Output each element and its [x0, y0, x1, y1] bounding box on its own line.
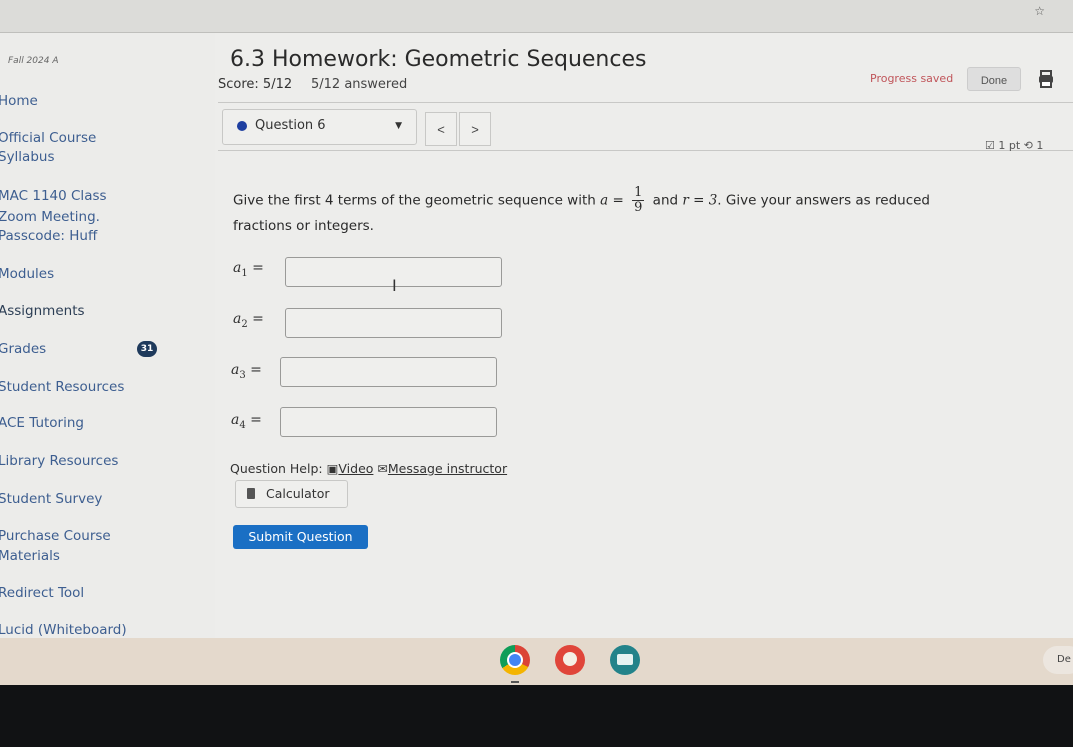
- retry-icon: ⟲: [1023, 139, 1033, 152]
- question-help-label: Question Help:: [230, 461, 323, 476]
- sidebar-item-home[interactable]: Home: [0, 92, 38, 111]
- term-label: Fall 2024 A: [8, 56, 59, 66]
- score-label: Score: 5/12: [218, 77, 293, 92]
- question-text-part: Give the first 4 terms of the geometric …: [233, 192, 601, 209]
- points-label: 1 pt: [998, 139, 1021, 152]
- math-ratio: r = 3: [682, 192, 718, 209]
- math-variable: a: [600, 192, 609, 209]
- desk-button[interactable]: De: [1043, 646, 1073, 674]
- page-title: 6.3 Homework: Geometric Sequences: [230, 47, 647, 72]
- screen-bezel: [0, 685, 1073, 747]
- sidebar-item-zoom-meeting[interactable]: Zoom Meeting.: [0, 208, 100, 227]
- subscript: 3: [239, 369, 246, 381]
- browser-toolbar: ☆: [0, 0, 1073, 32]
- question-text: Give the first 4 terms of the geometric …: [233, 186, 933, 237]
- subscript: 1: [241, 267, 248, 279]
- subscript: 2: [241, 318, 248, 330]
- sidebar-item-assignments[interactable]: Assignments: [0, 302, 85, 321]
- mail-icon: ✉: [377, 461, 388, 476]
- print-icon[interactable]: [1037, 69, 1055, 89]
- done-button[interactable]: Done: [967, 67, 1021, 91]
- prev-question-button[interactable]: <: [425, 112, 457, 146]
- sidebar-item-class-zoom[interactable]: MAC 1140 Class: [0, 187, 107, 206]
- next-question-button[interactable]: >: [459, 112, 491, 146]
- question-text-part: and: [648, 192, 683, 209]
- grades-badge: 31: [137, 341, 157, 357]
- os-shelf: [0, 638, 1073, 685]
- calculator-label: Calculator: [266, 486, 330, 501]
- subscript: 4: [239, 419, 246, 431]
- calculator-icon: [247, 488, 255, 499]
- text-cursor-icon: I: [392, 276, 397, 295]
- screencast-icon[interactable]: [610, 645, 640, 675]
- sidebar-item-redirect-tool[interactable]: Redirect Tool: [0, 584, 84, 603]
- retries-label: 1: [1036, 139, 1044, 152]
- chrome-icon[interactable]: [500, 645, 530, 675]
- message-instructor-link[interactable]: Message instructor: [388, 461, 507, 476]
- question-help: Question Help: ▣Video ✉Message instructo…: [230, 461, 507, 476]
- answered-count: 5/12 answered: [311, 77, 408, 92]
- fraction-denominator: 9: [634, 200, 643, 215]
- answer-input-a3[interactable]: [280, 357, 497, 387]
- running-indicator: [511, 681, 519, 683]
- video-link[interactable]: Video: [338, 461, 373, 476]
- video-icon: ▣: [326, 461, 339, 476]
- question-status-dot: [237, 121, 247, 131]
- answer-label-a4: a4 =: [231, 412, 262, 431]
- sidebar-item-modules[interactable]: Modules: [0, 265, 54, 284]
- sidebar-item-materials[interactable]: Materials: [0, 547, 60, 566]
- sidebar-item-syllabus[interactable]: Syllabus: [0, 148, 55, 167]
- answer-label-a1: a1 =: [233, 260, 264, 279]
- question-points: ☑ 1 pt ⟲ 1: [985, 139, 1043, 152]
- sidebar-item-ace-tutoring[interactable]: ACE Tutoring: [0, 414, 84, 433]
- sidebar-item-library-resources[interactable]: Library Resources: [0, 452, 118, 471]
- star-icon[interactable]: ☆: [1034, 4, 1045, 18]
- submit-question-button[interactable]: Submit Question: [233, 525, 368, 549]
- checkbox-icon: ☑: [985, 139, 995, 152]
- fraction: 19: [632, 185, 645, 215]
- sidebar-item-student-resources[interactable]: Student Resources: [0, 378, 124, 397]
- calculator-button[interactable]: Calculator: [235, 480, 348, 508]
- answer-label-a3: a3 =: [231, 362, 262, 381]
- progress-status: Progress saved: [870, 72, 954, 85]
- answer-label-a2: a2 =: [233, 311, 264, 330]
- math-equals: =: [612, 192, 624, 209]
- paint-icon[interactable]: [555, 645, 585, 675]
- sidebar-item-passcode[interactable]: Passcode: Huff: [0, 227, 97, 246]
- sidebar-item-student-survey[interactable]: Student Survey: [0, 490, 102, 509]
- fraction-numerator: 1: [632, 185, 645, 201]
- answer-input-a2[interactable]: [285, 308, 502, 338]
- sidebar-item-official-course[interactable]: Official Course: [0, 129, 96, 148]
- answer-input-a4[interactable]: [280, 407, 497, 437]
- question-select-label: Question 6: [255, 118, 326, 133]
- divider: [218, 102, 1073, 103]
- sidebar-item-grades[interactable]: Grades: [0, 340, 46, 359]
- sidebar-item-purchase-course[interactable]: Purchase Course: [0, 527, 111, 546]
- question-select[interactable]: Question 6 ▼: [222, 109, 417, 145]
- divider: [218, 150, 1073, 151]
- caret-down-icon: ▼: [395, 121, 402, 131]
